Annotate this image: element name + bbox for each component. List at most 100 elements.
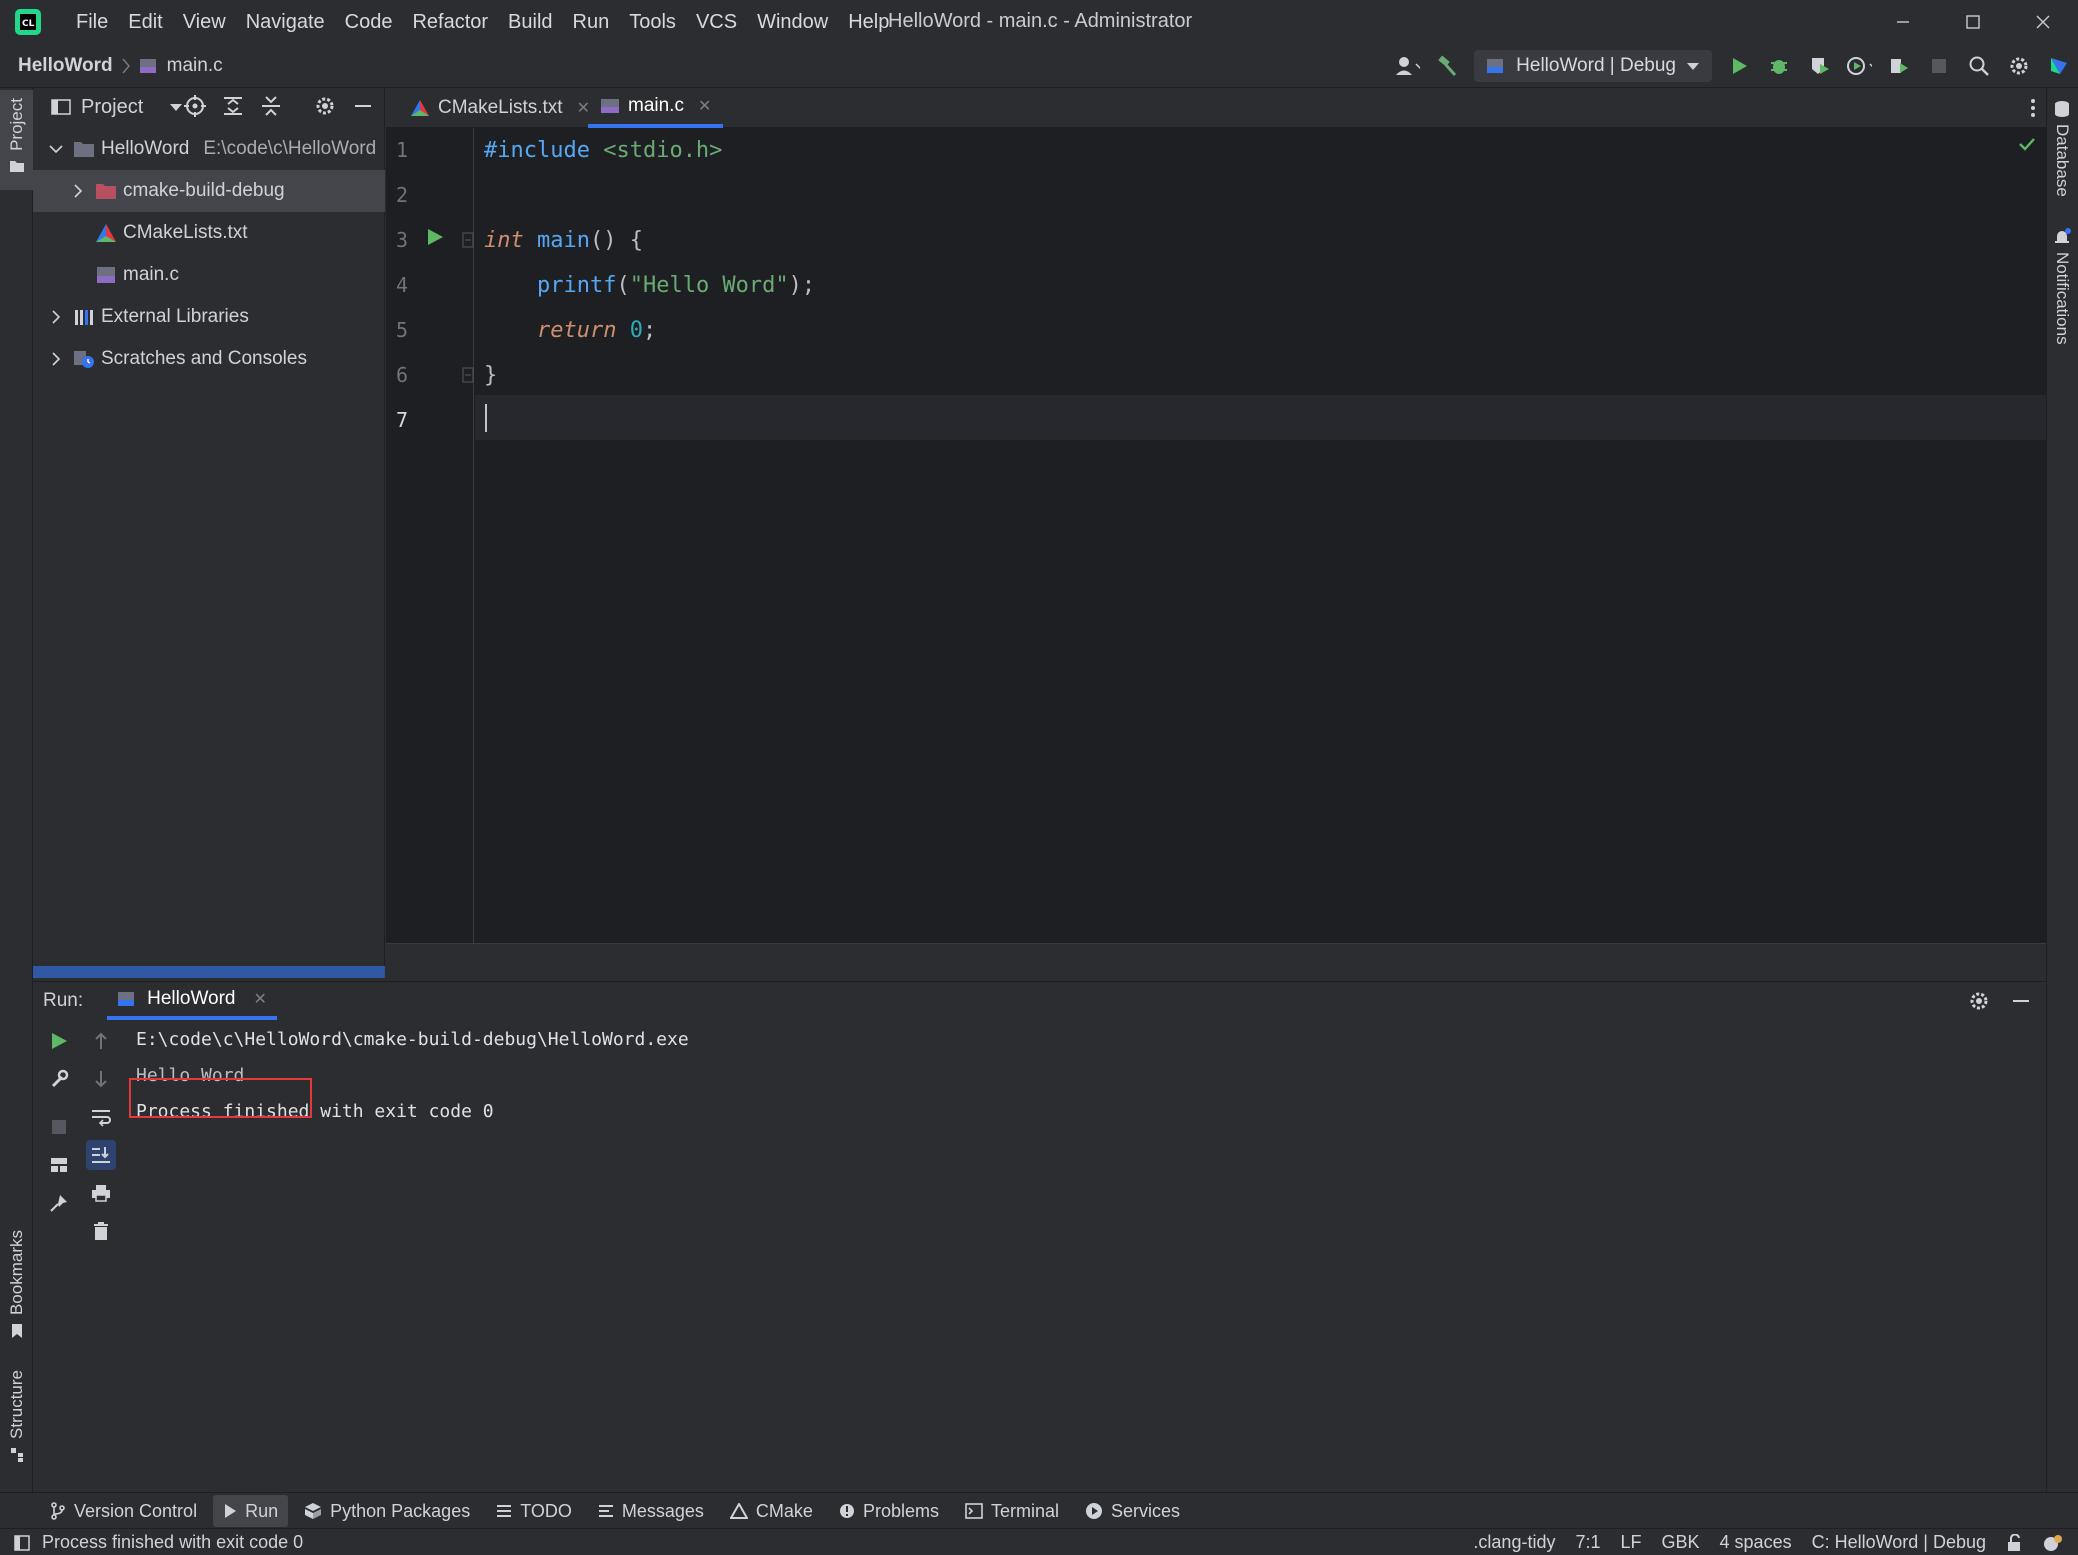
menu-code[interactable]: Code — [335, 11, 403, 34]
tool-label: Problems — [862, 1500, 939, 1521]
status-context[interactable]: C: HelloWord | Debug — [1812, 1532, 1986, 1553]
settings-gear-icon[interactable] — [1968, 990, 1990, 1012]
pin-icon[interactable] — [44, 1188, 74, 1218]
coverage-icon[interactable] — [1806, 53, 1832, 79]
status-line-separator[interactable]: LF — [1621, 1532, 1642, 1553]
code-token: ); — [788, 273, 816, 298]
notifications-tool-button[interactable]: Notifications — [2050, 228, 2074, 345]
tool-terminal[interactable]: Terminal — [955, 1495, 1069, 1527]
menu-run[interactable]: Run — [563, 11, 620, 34]
tool-version-control[interactable]: Version Control — [40, 1495, 207, 1527]
horizontal-scrollbar[interactable] — [33, 966, 385, 978]
trash-icon[interactable] — [86, 1216, 116, 1246]
menu-navigate[interactable]: Navigate — [236, 11, 335, 34]
stop-icon[interactable] — [1926, 53, 1952, 79]
close-tab-icon[interactable]: ✕ — [254, 989, 267, 1009]
toggle-tool-windows-icon[interactable] — [14, 1534, 30, 1551]
hide-panel-icon[interactable] — [2010, 990, 2032, 1012]
tab-cmakelists[interactable]: CMakeLists.txt ✕ — [398, 88, 602, 128]
print-icon[interactable] — [86, 1178, 116, 1208]
menu-vcs[interactable]: VCS — [686, 11, 747, 34]
breadcrumb-project[interactable]: HelloWord — [18, 55, 113, 77]
tree-item-main-c[interactable]: main.c — [33, 254, 385, 296]
status-encoding[interactable]: GBK — [1662, 1532, 1700, 1553]
chevron-right-icon[interactable] — [47, 350, 65, 368]
settings-gear-icon[interactable] — [313, 94, 337, 118]
tool-todo[interactable]: TODO — [486, 1495, 582, 1527]
maximize-button[interactable] — [1938, 0, 2008, 44]
tree-item-cmake-build-debug[interactable]: cmake-build-debug — [33, 170, 385, 212]
run-icon — [225, 1504, 237, 1518]
expand-all-icon[interactable] — [221, 94, 245, 118]
tool-messages[interactable]: Messages — [588, 1495, 714, 1527]
code-with-me-icon[interactable] — [2046, 53, 2072, 79]
hide-panel-icon[interactable] — [351, 94, 375, 118]
chevron-right-icon[interactable] — [69, 182, 87, 200]
menu-view[interactable]: View — [173, 11, 236, 34]
layout-icon[interactable] — [44, 1150, 74, 1180]
status-indent[interactable]: 4 spaces — [1720, 1532, 1792, 1553]
menu-build[interactable]: Build — [498, 11, 562, 34]
tab-main-c[interactable]: main.c ✕ — [588, 88, 724, 128]
collapse-all-icon[interactable] — [259, 94, 283, 118]
wrench-icon[interactable] — [44, 1064, 74, 1094]
run-gutter-icon[interactable] — [426, 228, 444, 246]
soft-wrap-icon[interactable] — [86, 1102, 116, 1132]
settings-gear-icon[interactable] — [2006, 53, 2032, 79]
unlocked-icon[interactable] — [2006, 1533, 2022, 1552]
debug-icon[interactable] — [1766, 53, 1792, 79]
close-window-button[interactable] — [2008, 0, 2078, 44]
search-icon[interactable] — [1966, 53, 1992, 79]
tool-label: Run — [245, 1500, 279, 1521]
chevron-down-icon[interactable] — [47, 140, 65, 158]
status-caret-position[interactable]: 7:1 — [1575, 1532, 1600, 1553]
database-tool-button[interactable]: Database — [2050, 100, 2074, 197]
project-panel-title[interactable]: Project — [81, 96, 143, 119]
tree-item-cmakelists[interactable]: CMakeLists.txt — [33, 212, 385, 254]
status-message[interactable]: Process finished with exit code 0 — [42, 1532, 303, 1553]
tree-item-root[interactable]: HelloWord E:\code\c\HelloWord — [33, 128, 385, 170]
tool-problems[interactable]: Problems — [829, 1495, 949, 1527]
menu-edit[interactable]: Edit — [118, 11, 172, 34]
arrow-down-icon[interactable] — [86, 1064, 116, 1094]
stop-icon[interactable] — [44, 1112, 74, 1142]
attach-process-icon[interactable] — [1886, 53, 1912, 79]
build-hammer-icon[interactable] — [1434, 53, 1460, 79]
close-tab-icon[interactable]: ✕ — [698, 96, 711, 116]
rerun-icon[interactable] — [44, 1026, 74, 1056]
tool-run[interactable]: Run — [213, 1495, 289, 1527]
breadcrumb-file[interactable]: main.c — [167, 55, 223, 77]
chevron-right-icon[interactable] — [47, 308, 65, 326]
scroll-to-end-icon[interactable] — [86, 1140, 116, 1170]
structure-tool-button[interactable]: Structure — [0, 1370, 33, 1480]
menu-window[interactable]: Window — [747, 11, 838, 34]
tool-cmake[interactable]: CMake — [720, 1495, 823, 1527]
run-configuration-selector[interactable]: HelloWord | Debug — [1474, 50, 1712, 82]
inspector-icon[interactable] — [2042, 1534, 2062, 1552]
menu-tools[interactable]: Tools — [619, 11, 686, 34]
arrow-up-icon[interactable] — [86, 1026, 116, 1056]
tool-python-packages[interactable]: Python Packages — [294, 1495, 480, 1527]
status-clang-tidy[interactable]: .clang-tidy — [1473, 1532, 1555, 1553]
profile-icon[interactable] — [1394, 53, 1421, 79]
locate-file-icon[interactable] — [183, 94, 207, 118]
status-right: .clang-tidy 7:1 LF GBK 4 spaces C: Hello… — [1473, 1529, 2062, 1555]
no-problems-check-icon[interactable] — [2018, 136, 2036, 152]
more-options-icon[interactable] — [2030, 98, 2036, 118]
menu-file[interactable]: File — [66, 11, 118, 34]
minimize-button[interactable] — [1868, 0, 1938, 44]
project-tool-button[interactable]: Project — [0, 90, 33, 190]
bookmarks-tool-button[interactable]: Bookmarks — [0, 1230, 33, 1350]
profiler-icon[interactable] — [1846, 53, 1872, 79]
run-tab-helloword[interactable]: HelloWord ✕ — [107, 982, 277, 1020]
tool-services[interactable]: Services — [1075, 1495, 1190, 1527]
chevron-down-icon[interactable] — [169, 102, 183, 112]
fold-icon[interactable] — [462, 367, 474, 383]
fold-icon[interactable] — [462, 232, 474, 248]
tree-item-scratches[interactable]: Scratches and Consoles — [33, 338, 385, 380]
run-icon[interactable] — [1726, 53, 1752, 79]
tree-item-external-libraries[interactable]: External Libraries — [33, 296, 385, 338]
code-editor[interactable]: 1 2 3 4 5 6 7 #include <stdio.h> int mai… — [386, 128, 2046, 943]
menu-refactor[interactable]: Refactor — [402, 11, 498, 34]
